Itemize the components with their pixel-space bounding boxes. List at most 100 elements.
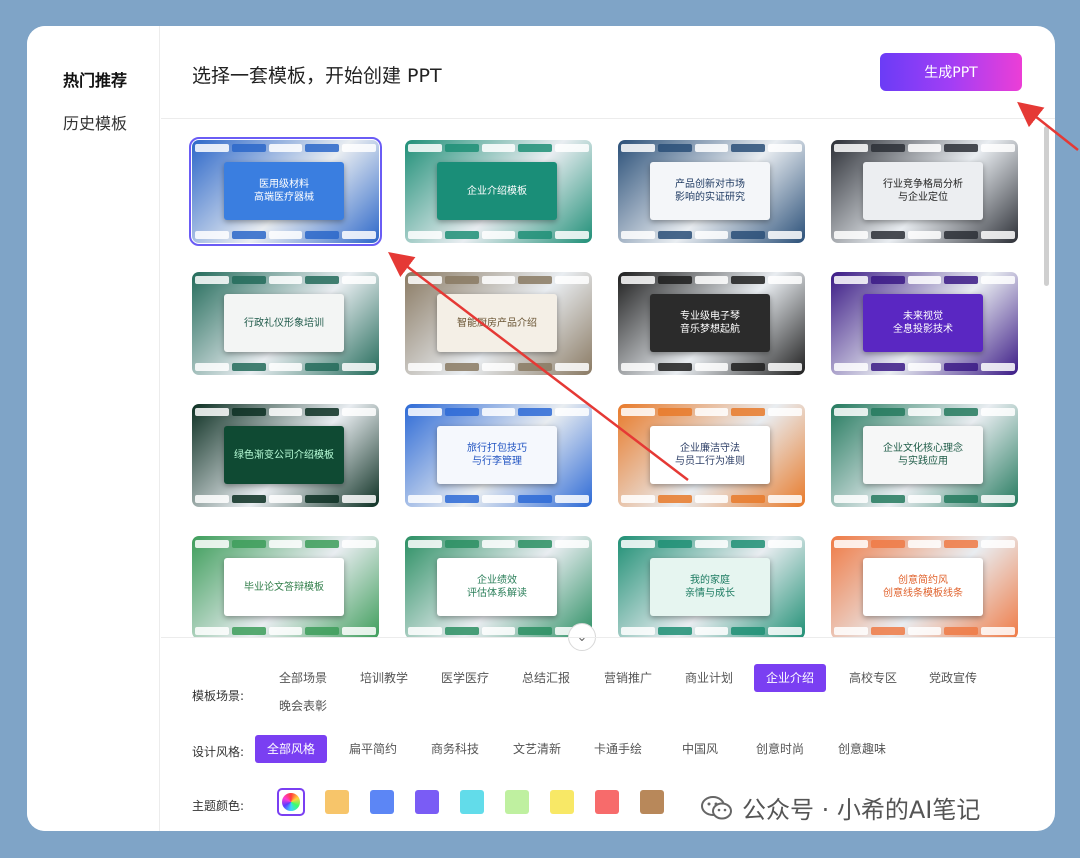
style-chip[interactable]: 卡通手绘 (582, 735, 654, 763)
page-title: 选择一套模板，开始创建 PPT (192, 65, 442, 87)
thumbnail-slide-strip (192, 406, 379, 418)
style-chip[interactable]: 创意趣味 (826, 735, 898, 763)
template-title: 未来视觉 全息投影技术 (863, 294, 983, 352)
thumbnail-slide-strip (618, 142, 805, 154)
thumbnail-slide-strip (831, 406, 1018, 418)
scene-chip[interactable]: 高校专区 (837, 664, 909, 692)
template-card[interactable]: 企业廉洁守法 与员工行为准则 (618, 404, 805, 507)
thumbnail-slide-strip (192, 229, 379, 241)
thumbnail-slide-strip (405, 538, 592, 550)
thumbnail-slide-strip (405, 142, 592, 154)
color-swatch[interactable] (505, 790, 529, 814)
thumbnail-slide-strip (405, 361, 592, 373)
template-title: 行政礼仪形象培训 (224, 294, 344, 352)
thumbnail-slide-strip (831, 493, 1018, 505)
template-grid: 医用级材料 高端医疗器械 企业介绍模板 产品创新对市场 影响的实证研究 行业竞争格局分… (161, 120, 1055, 637)
template-title: 医用级材料 高端医疗器械 (224, 162, 344, 220)
grid-scrollbar[interactable] (1044, 126, 1049, 286)
template-card[interactable]: 医用级材料 高端医疗器械 (189, 137, 382, 246)
thumbnail-slide-strip (618, 229, 805, 241)
thumbnail-slide-strip (618, 406, 805, 418)
sidebar: 热门推荐 历史模板 (27, 26, 160, 831)
template-card[interactable]: 行业竞争格局分析 与企业定位 (831, 140, 1018, 243)
scene-chip[interactable]: 晚会表彰 (267, 692, 339, 720)
style-chip[interactable]: 文艺清新 (501, 735, 573, 763)
color-swatch[interactable] (460, 790, 484, 814)
style-chip[interactable]: 商务科技 (419, 735, 491, 763)
thumbnail-slide-strip (831, 361, 1018, 373)
template-card[interactable]: 未来视觉 全息投影技术 (831, 272, 1018, 375)
template-card[interactable]: 创意简约风 创意线条模板线条 (831, 536, 1018, 637)
wechat-icon (700, 794, 734, 822)
thumbnail-slide-strip (192, 361, 379, 373)
thumbnail-slide-strip (405, 406, 592, 418)
scene-chip[interactable]: 党政宣传 (917, 664, 989, 692)
color-swatch[interactable] (595, 790, 619, 814)
rainbow-icon (282, 793, 300, 811)
scene-chip[interactable]: 全部场景 (267, 664, 339, 692)
sidebar-item-history[interactable]: 历史模板 (63, 110, 127, 134)
color-swatch-all[interactable] (277, 788, 305, 816)
sidebar-item-hot[interactable]: 热门推荐 (63, 67, 127, 91)
template-card[interactable]: 绿色渐变公司介绍模板 (192, 404, 379, 507)
scene-chip[interactable]: 医学医疗 (429, 664, 501, 692)
template-card[interactable]: 智能厨房产品介绍 (405, 272, 592, 375)
template-title: 旅行打包技巧 与行李管理 (437, 426, 557, 484)
template-card[interactable]: 产品创新对市场 影响的实证研究 (618, 140, 805, 243)
style-chip[interactable]: 扁平简约 (337, 735, 409, 763)
template-title: 企业文化核心理念 与实践应用 (863, 426, 983, 484)
watermark: 公众号 · 小希的AI笔记 (700, 790, 980, 825)
scene-chip[interactable]: 商业计划 (673, 664, 745, 692)
template-title: 毕业论文答辩模板 (224, 558, 344, 616)
template-title: 专业级电子琴 音乐梦想起航 (650, 294, 770, 352)
template-title: 我的家庭 亲情与成长 (650, 558, 770, 616)
scene-chip[interactable]: 培训教学 (348, 664, 420, 692)
scene-filter-label: 模板场景: (192, 689, 245, 703)
scene-chip[interactable]: 企业介绍 (754, 664, 827, 692)
template-card[interactable]: 毕业论文答辩模板 (192, 536, 379, 637)
style-chip[interactable]: 全部风格 (255, 735, 328, 763)
template-title: 行业竞争格局分析 与企业定位 (863, 162, 983, 220)
thumbnail-slide-strip (405, 625, 592, 637)
template-card[interactable]: 企业绩效 评估体系解读 (405, 536, 592, 637)
header: 选择一套模板，开始创建 PPT 生成PPT (161, 26, 1055, 119)
filter-divider (161, 637, 1055, 638)
template-card[interactable]: 行政礼仪形象培训 (192, 272, 379, 375)
thumbnail-slide-strip (405, 274, 592, 286)
template-card[interactable]: 企业介绍模板 (405, 140, 592, 243)
color-swatch[interactable] (415, 790, 439, 814)
scene-chip[interactable]: 营销推广 (592, 664, 664, 692)
style-filter-label: 设计风格: (192, 745, 245, 759)
template-card[interactable]: 旅行打包技巧 与行李管理 (405, 404, 592, 507)
style-chip[interactable]: 创意时尚 (744, 735, 816, 763)
template-title: 产品创新对市场 影响的实证研究 (650, 162, 770, 220)
template-card[interactable]: 我的家庭 亲情与成长 (618, 536, 805, 637)
thumbnail-slide-strip (192, 538, 379, 550)
color-filter-label: 主题颜色: (192, 799, 245, 813)
template-title: 创意简约风 创意线条模板线条 (863, 558, 983, 616)
scene-chip[interactable]: 总结汇报 (510, 664, 582, 692)
color-swatch[interactable] (550, 790, 574, 814)
style-chip[interactable]: 中国风 (670, 735, 730, 763)
template-card[interactable]: 专业级电子琴 音乐梦想起航 (618, 272, 805, 375)
thumbnail-slide-strip (831, 229, 1018, 241)
template-title: 企业介绍模板 (437, 162, 557, 220)
watermark-text: 公众号 · 小希的AI笔记 (742, 796, 981, 824)
thumbnail-slide-strip (192, 274, 379, 286)
thumbnail-slide-strip (192, 625, 379, 637)
template-title: 企业廉洁守法 与员工行为准则 (650, 426, 770, 484)
template-title: 企业绩效 评估体系解读 (437, 558, 557, 616)
thumbnail-slide-strip (618, 361, 805, 373)
generate-ppt-button[interactable]: 生成PPT (880, 53, 1022, 91)
thumbnail-slide-strip (192, 142, 379, 154)
template-card[interactable]: 企业文化核心理念 与实践应用 (831, 404, 1018, 507)
thumbnail-slide-strip (831, 625, 1018, 637)
thumbnail-slide-strip (831, 274, 1018, 286)
thumbnail-slide-strip (831, 538, 1018, 550)
thumbnail-slide-strip (192, 493, 379, 505)
color-swatch[interactable] (370, 790, 394, 814)
color-swatch[interactable] (325, 790, 349, 814)
thumbnail-slide-strip (405, 229, 592, 241)
thumbnail-slide-strip (618, 625, 805, 637)
color-swatch[interactable] (640, 790, 664, 814)
